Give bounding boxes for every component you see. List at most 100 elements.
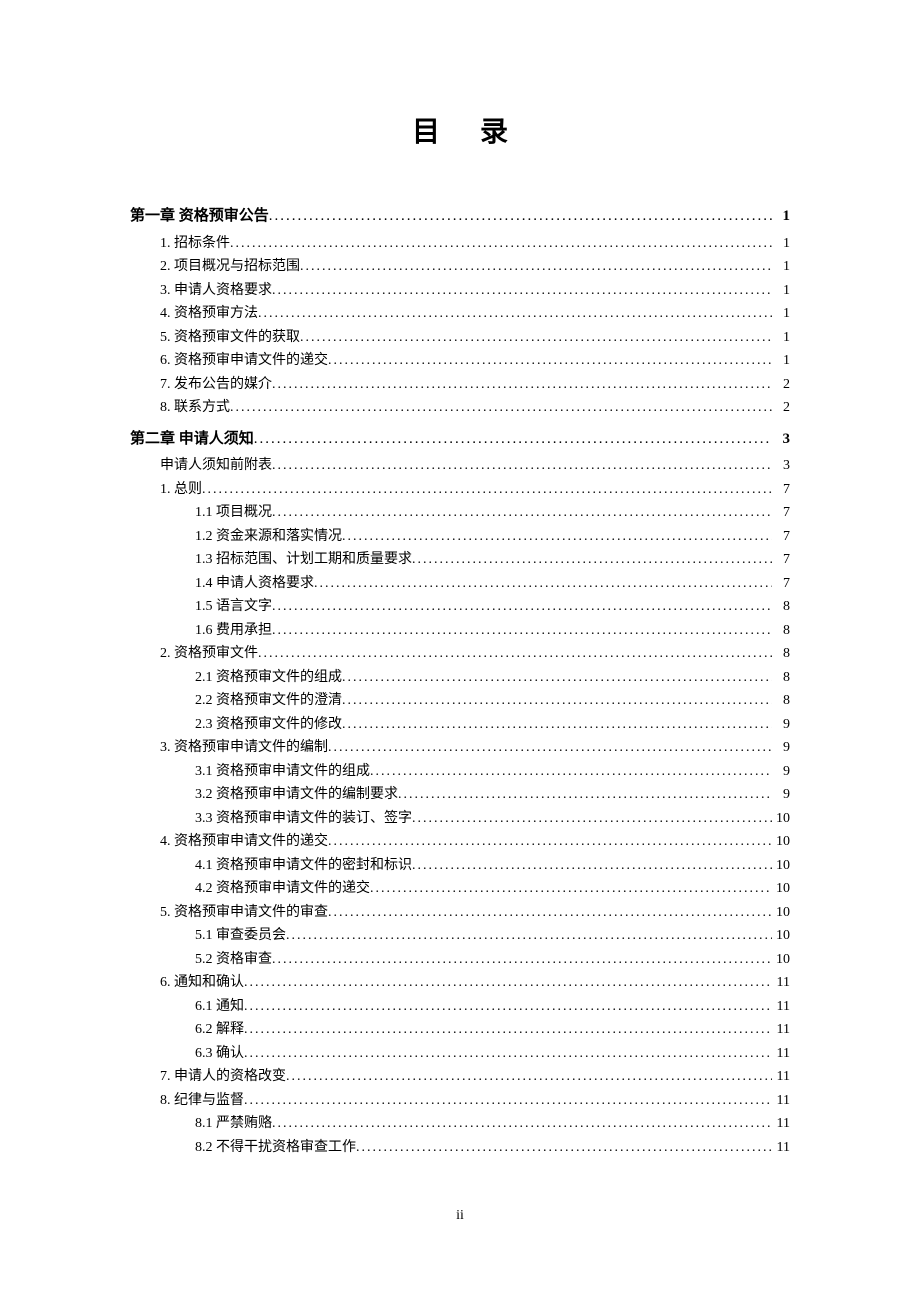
toc-entry-page: 1 <box>772 232 790 256</box>
toc-entry: 4. 资格预审方法 1 <box>130 302 790 326</box>
toc-entry: 1. 招标条件 1 <box>130 232 790 256</box>
toc-leader-dots <box>342 666 772 690</box>
toc-entry-label: 6.1 通知 <box>195 995 244 1019</box>
toc-entry: 1.4 申请人资格要求 7 <box>130 572 790 596</box>
toc-entry-label: 6.3 确认 <box>195 1042 244 1066</box>
toc-entry: 1. 总则 7 <box>130 478 790 502</box>
toc-entry-page: 7 <box>772 525 790 549</box>
toc-leader-dots <box>244 971 772 995</box>
toc-entry: 6. 通知和确认 11 <box>130 971 790 995</box>
toc-entry-page: 9 <box>772 713 790 737</box>
toc-entry: 5.2 资格审查 10 <box>130 948 790 972</box>
toc-entry-page: 2 <box>772 373 790 397</box>
toc-entry-page: 11 <box>772 1042 790 1066</box>
toc-entry: 申请人须知前附表 3 <box>130 454 790 478</box>
toc-entry: 5. 资格预审申请文件的审查 10 <box>130 901 790 925</box>
toc-entry: 3. 资格预审申请文件的编制 9 <box>130 736 790 760</box>
toc-leader-dots <box>244 1018 772 1042</box>
toc-entry-page: 11 <box>772 1089 790 1113</box>
toc-entry-label: 2.1 资格预审文件的组成 <box>195 666 342 690</box>
toc-entry-page: 9 <box>772 760 790 784</box>
toc-entry-label: 第一章 资格预审公告 <box>130 205 269 229</box>
toc-entry: 第一章 资格预审公告 1 <box>130 205 790 229</box>
toc-entry-label: 6. 资格预审申请文件的递交 <box>160 349 328 373</box>
toc-entry-page: 8 <box>772 689 790 713</box>
toc-entry-page: 8 <box>772 619 790 643</box>
toc-entry-label: 1.6 费用承担 <box>195 619 272 643</box>
toc-entry-label: 3.2 资格预审申请文件的编制要求 <box>195 783 398 807</box>
toc-leader-dots <box>286 1065 772 1089</box>
toc-entry: 2. 项目概况与招标范围 1 <box>130 255 790 279</box>
toc-entry: 8.2 不得干扰资格审查工作 11 <box>130 1136 790 1160</box>
toc-entry-page: 10 <box>772 948 790 972</box>
toc-entry: 5. 资格预审文件的获取 1 <box>130 326 790 350</box>
toc-entry: 1.1 项目概况 7 <box>130 501 790 525</box>
toc-entry-page: 9 <box>772 736 790 760</box>
toc-entry-page: 11 <box>772 995 790 1019</box>
toc-entry-page: 2 <box>772 396 790 420</box>
toc-entry-page: 1 <box>772 255 790 279</box>
toc-entry-label: 2.2 资格预审文件的澄清 <box>195 689 342 713</box>
toc-leader-dots <box>412 807 772 831</box>
toc-entry: 8.1 严禁贿赂 11 <box>130 1112 790 1136</box>
toc-leader-dots <box>342 525 772 549</box>
toc-entry-page: 8 <box>772 595 790 619</box>
toc-leader-dots <box>272 1112 772 1136</box>
toc-entry-label: 3. 资格预审申请文件的编制 <box>160 736 328 760</box>
toc-leader-dots <box>244 1042 772 1066</box>
toc-entry: 3.1 资格预审申请文件的组成 9 <box>130 760 790 784</box>
toc-entry-page: 7 <box>772 548 790 572</box>
toc-entry: 1.6 费用承担 8 <box>130 619 790 643</box>
toc-leader-dots <box>328 349 772 373</box>
document-page: 目录 第一章 资格预审公告 11. 招标条件 12. 项目概况与招标范围 13.… <box>0 0 920 1219</box>
toc-leader-dots <box>272 948 772 972</box>
toc-entry-label: 申请人须知前附表 <box>160 454 272 478</box>
toc-entry: 6. 资格预审申请文件的递交 1 <box>130 349 790 373</box>
toc-entry: 4.2 资格预审申请文件的递交 10 <box>130 877 790 901</box>
toc-entry-label: 8.1 严禁贿赂 <box>195 1112 272 1136</box>
toc-entry-label: 3.1 资格预审申请文件的组成 <box>195 760 370 784</box>
toc-leader-dots <box>314 572 772 596</box>
toc-leader-dots <box>258 302 772 326</box>
toc-leader-dots <box>244 1089 772 1113</box>
toc-entry-label: 6.2 解释 <box>195 1018 244 1042</box>
toc-entry-page: 10 <box>772 901 790 925</box>
toc-entry-label: 5.2 资格审查 <box>195 948 272 972</box>
toc-leader-dots <box>230 396 772 420</box>
toc-entry-label: 2. 项目概况与招标范围 <box>160 255 300 279</box>
toc-entry-page: 11 <box>772 1065 790 1089</box>
toc-leader-dots <box>300 326 772 350</box>
toc-leader-dots <box>272 454 772 478</box>
toc-entry-page: 7 <box>772 501 790 525</box>
toc-leader-dots <box>370 877 772 901</box>
toc-leader-dots <box>254 428 772 452</box>
toc-leader-dots <box>272 595 772 619</box>
toc-entry-label: 7. 申请人的资格改变 <box>160 1065 286 1089</box>
toc-leader-dots <box>272 373 772 397</box>
toc-leader-dots <box>356 1136 772 1160</box>
toc-entry-page: 8 <box>772 666 790 690</box>
toc-entry: 8. 联系方式 2 <box>130 396 790 420</box>
toc-entry-page: 1 <box>772 349 790 373</box>
toc-entry-label: 4. 资格预审申请文件的递交 <box>160 830 328 854</box>
toc-entry-label: 3.3 资格预审申请文件的装订、签字 <box>195 807 412 831</box>
toc-entry: 6.2 解释 11 <box>130 1018 790 1042</box>
toc-leader-dots <box>412 548 772 572</box>
toc-entry-label: 8.2 不得干扰资格审查工作 <box>195 1136 356 1160</box>
toc-entry: 6.1 通知 11 <box>130 995 790 1019</box>
toc-entry-label: 6. 通知和确认 <box>160 971 244 995</box>
toc-entry-label: 2. 资格预审文件 <box>160 642 258 666</box>
toc-entry-page: 1 <box>772 326 790 350</box>
toc-entry: 2.2 资格预审文件的澄清 8 <box>130 689 790 713</box>
toc-entry: 5.1 审查委员会 10 <box>130 924 790 948</box>
toc-entry-label: 5. 资格预审文件的获取 <box>160 326 300 350</box>
toc-entry-page: 1 <box>772 279 790 303</box>
toc-entry-page: 3 <box>772 428 790 452</box>
toc-leader-dots <box>370 760 772 784</box>
toc-entry-label: 第二章 申请人须知 <box>130 428 254 452</box>
toc-entry-label: 1.1 项目概况 <box>195 501 272 525</box>
toc-leader-dots <box>328 736 772 760</box>
toc-entry-label: 1.3 招标范围、计划工期和质量要求 <box>195 548 412 572</box>
toc-entry-page: 11 <box>772 971 790 995</box>
table-of-contents: 第一章 资格预审公告 11. 招标条件 12. 项目概况与招标范围 13. 申请… <box>130 205 790 1159</box>
